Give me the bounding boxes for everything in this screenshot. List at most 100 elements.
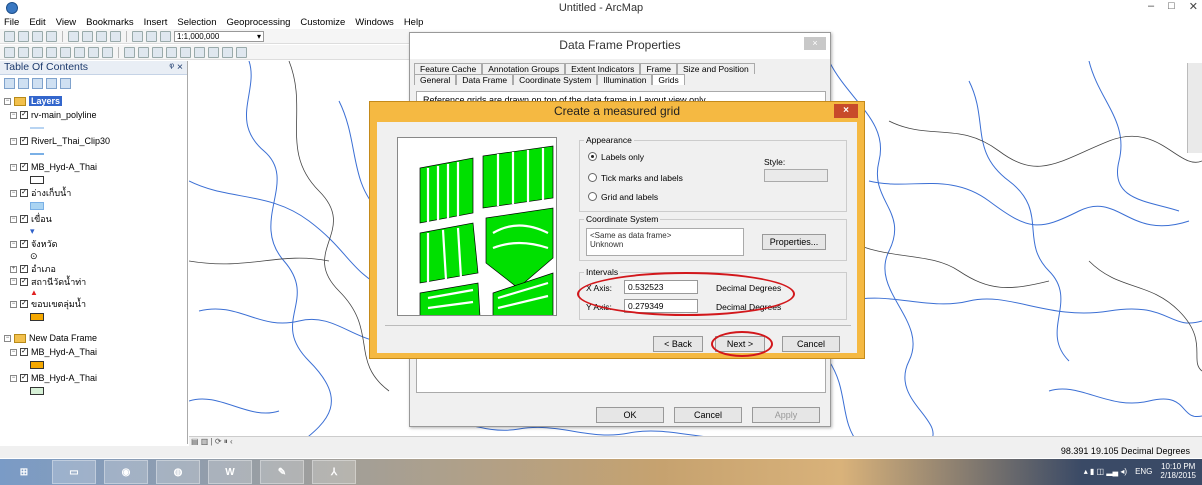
arcmap-taskbar-icon[interactable]: ◍ [156, 460, 200, 484]
map-scale-dropdown[interactable]: 1:1,000,000 ▾ [174, 30, 264, 42]
radio-tick-marks[interactable] [588, 173, 597, 182]
layer-visibility-checkbox[interactable]: ✓ [20, 240, 28, 248]
tab-annotation-groups[interactable]: Annotation Groups [482, 63, 566, 74]
layer-row[interactable]: − ✓ RiverL_Thai_Clip30 [4, 134, 183, 148]
apply-button[interactable]: Apply [752, 407, 820, 423]
language-indicator[interactable]: ENG [1135, 467, 1152, 476]
properties-button[interactable]: Properties... [762, 234, 826, 250]
map-view-switcher[interactable]: ▤ ▥ | ⟳ ⏸ ‹ [189, 436, 1202, 446]
list-by-selection-icon[interactable] [46, 78, 57, 89]
new-data-frame[interactable]: − New Data Frame [4, 331, 183, 345]
collapse-icon[interactable]: − [10, 240, 17, 248]
word-icon[interactable]: W [208, 460, 252, 484]
menu-selection[interactable]: Selection [177, 16, 216, 29]
collapse-icon[interactable]: − [10, 348, 17, 356]
find-icon[interactable] [222, 46, 233, 58]
tray-icons[interactable]: ▴ ▮ ◫ ▂▄ ◂) [1084, 467, 1127, 476]
open-icon[interactable] [18, 30, 29, 42]
pan-icon[interactable] [32, 46, 43, 58]
new-document-icon[interactable] [4, 30, 15, 42]
menu-bookmarks[interactable]: Bookmarks [86, 16, 134, 29]
tab-feature-cache[interactable]: Feature Cache [414, 63, 483, 74]
file-explorer-icon[interactable]: ▭ [52, 460, 96, 484]
full-extent-icon[interactable] [46, 46, 57, 58]
go-to-xy-icon[interactable] [236, 46, 247, 58]
zoom-in-icon[interactable] [4, 46, 15, 58]
collapse-icon[interactable]: − [10, 278, 17, 285]
tab-general[interactable]: General [414, 74, 457, 85]
tab-frame[interactable]: Frame [640, 63, 677, 74]
back-button[interactable]: < Back [653, 336, 703, 352]
layer-row[interactable]: − ✓ MB_Hyd-A_Thai [4, 160, 183, 174]
layer-row[interactable]: − ✓ rv-main_polyline [4, 108, 183, 122]
layer-visibility-checkbox[interactable]: ✓ [20, 163, 28, 171]
cancel-button[interactable]: Cancel [674, 407, 742, 423]
select-features-icon[interactable] [124, 46, 135, 58]
list-by-drawing-order-icon[interactable] [4, 78, 15, 89]
select-elements-icon[interactable] [152, 46, 163, 58]
identify-icon[interactable] [166, 46, 177, 58]
collapse-icon[interactable]: − [4, 334, 11, 342]
copy-icon[interactable] [82, 30, 93, 42]
menu-insert[interactable]: Insert [144, 16, 168, 29]
collapse-icon[interactable]: − [10, 137, 17, 145]
menu-windows[interactable]: Windows [355, 16, 394, 29]
layer-visibility-checkbox[interactable]: ✓ [20, 374, 28, 382]
layer-row[interactable]: − ✓ MB_Hyd-A_Thai [4, 345, 183, 359]
cmg-close-button[interactable]: × [834, 104, 858, 118]
layer-row[interactable]: − ✓ จังหวัด [4, 237, 183, 251]
forward-extent-icon[interactable] [102, 46, 113, 58]
minimize-button[interactable]: – [1148, 0, 1154, 13]
windows-start-icon[interactable]: ⊞ [6, 460, 42, 484]
layer-row[interactable]: − ✓ ขอบเขตลุ่มน้ำ [4, 297, 183, 311]
paint-icon[interactable]: ✎ [260, 460, 304, 484]
layer-visibility-checkbox[interactable]: ✓ [20, 265, 28, 273]
fixed-zoom-out-icon[interactable] [74, 46, 85, 58]
clear-selection-icon[interactable] [138, 46, 149, 58]
tab-coordinate-system[interactable]: Coordinate System [513, 74, 598, 85]
layer-visibility-checkbox[interactable]: ✓ [20, 300, 28, 308]
toc-pin-close[interactable]: ᵠ × [169, 61, 183, 74]
menu-geoprocessing[interactable]: Geoprocessing [226, 16, 290, 29]
menu-file[interactable]: File [4, 16, 19, 29]
html-popup-icon[interactable] [194, 46, 205, 58]
collapse-icon[interactable]: − [10, 374, 17, 382]
collapse-icon[interactable]: − [10, 163, 17, 171]
hyperlink-icon[interactable] [180, 46, 191, 58]
tab-size-and-position[interactable]: Size and Position [677, 63, 755, 74]
cut-icon[interactable] [68, 30, 79, 42]
paste-icon[interactable] [96, 30, 107, 42]
add-data-icon[interactable] [160, 30, 171, 42]
pdf-reader-icon[interactable]: ⅄ [312, 460, 356, 484]
layer-visibility-checkbox[interactable]: ✓ [20, 189, 28, 197]
tab-data-frame[interactable]: Data Frame [456, 74, 514, 85]
layer-visibility-checkbox[interactable]: ✓ [20, 111, 28, 119]
close-window-button[interactable]: ✕ [1189, 0, 1198, 13]
layer-row[interactable]: − ✓ อ่างเก็บน้ำ [4, 186, 183, 200]
toc-options-icon[interactable] [60, 78, 71, 89]
undo-icon[interactable] [132, 30, 143, 42]
tab-extent-indicators[interactable]: Extent Indicators [565, 63, 641, 74]
layer-visibility-checkbox[interactable]: ✓ [20, 277, 28, 286]
list-by-source-icon[interactable] [18, 78, 29, 89]
layer-visibility-checkbox[interactable]: ✓ [20, 137, 28, 145]
taskbar-clock[interactable]: 10:10 PM 2/18/2015 [1160, 462, 1196, 480]
labels-only-option[interactable]: Labels only [588, 149, 683, 164]
ok-button[interactable]: OK [596, 407, 664, 423]
maximize-button[interactable]: □ [1168, 0, 1175, 13]
layer-row[interactable]: − ✓ MB_Hyd-A_Thai [4, 371, 183, 385]
measure-icon[interactable] [208, 46, 219, 58]
tick-marks-option[interactable]: Tick marks and labels [588, 170, 683, 185]
expand-icon[interactable]: + [10, 265, 17, 273]
cancel-button[interactable]: Cancel [782, 336, 840, 352]
grid-and-labels-option[interactable]: Grid and labels [588, 189, 683, 204]
dfp-close-button[interactable]: × [804, 37, 826, 50]
radio-labels-only[interactable] [588, 152, 597, 161]
layer-row[interactable]: − ✓ เขื่อน [4, 212, 183, 226]
radio-grid-and-labels[interactable] [588, 192, 597, 201]
save-icon[interactable] [32, 30, 43, 42]
menu-help[interactable]: Help [404, 16, 424, 29]
chrome-icon[interactable]: ◉ [104, 460, 148, 484]
menu-edit[interactable]: Edit [29, 16, 45, 29]
redo-icon[interactable] [146, 30, 157, 42]
